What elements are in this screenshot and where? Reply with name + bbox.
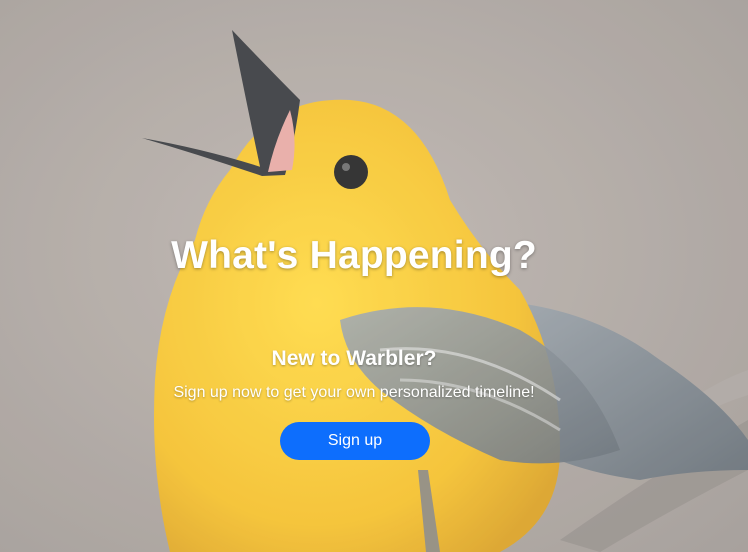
hero-headline: What's Happening? bbox=[171, 234, 537, 277]
signup-button[interactable]: Sign up bbox=[280, 422, 430, 460]
hero-subheading: New to Warbler? bbox=[271, 347, 437, 370]
hero-section: What's Happening? New to Warbler? Sign u… bbox=[0, 0, 748, 552]
hero-tagline: Sign up now to get your own personalized… bbox=[173, 384, 535, 401]
